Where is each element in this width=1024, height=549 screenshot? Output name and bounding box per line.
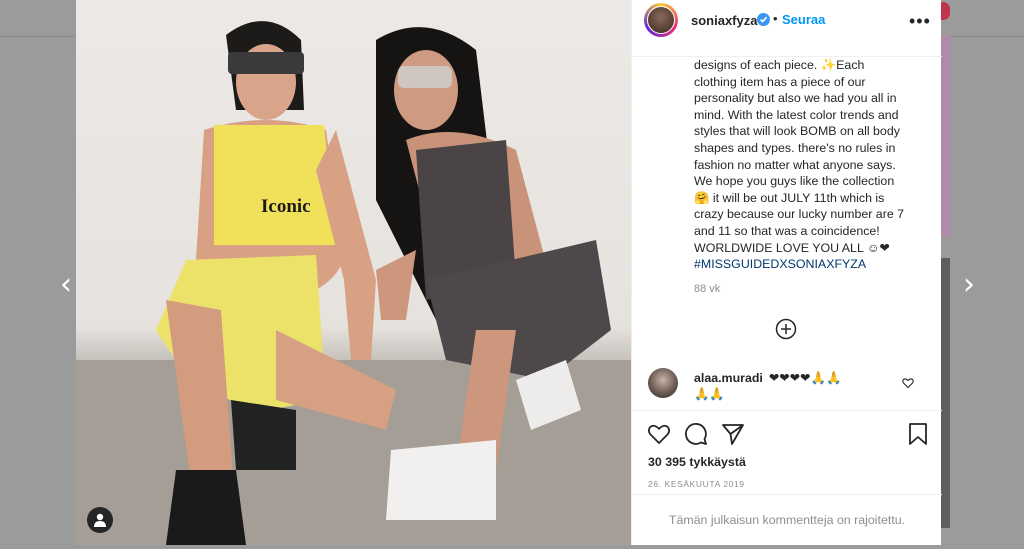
like-button[interactable] <box>647 422 671 446</box>
follow-button[interactable]: Seuraa <box>782 12 825 27</box>
caption-line: designs of each piece. ✨Each <box>694 58 865 72</box>
commenter-avatar[interactable] <box>648 368 678 398</box>
chevron-right-icon: › <box>963 267 975 302</box>
caption-line: 🤗 it will be out JULY 11th which is <box>694 190 885 205</box>
comment-button[interactable] <box>684 422 708 446</box>
next-post-button[interactable]: › <box>957 270 981 300</box>
caption-line: and 11 so that was a coincidence! <box>694 223 880 238</box>
author-avatar[interactable] <box>644 3 678 37</box>
comment-icon <box>685 423 707 445</box>
divider <box>632 410 942 411</box>
caption-hashtag[interactable]: #MISSGUIDEDXSONIAXFYZA <box>694 256 934 273</box>
verified-badge-icon <box>757 13 770 26</box>
heart-icon <box>647 424 671 445</box>
comment-like-button[interactable] <box>902 376 914 389</box>
divider <box>632 494 942 495</box>
more-options-icon[interactable]: ••• <box>909 12 931 30</box>
comment-username[interactable]: alaa.muradi <box>694 371 763 385</box>
share-button[interactable] <box>721 422 745 446</box>
post-caption: designs of each piece. ✨Each clothing it… <box>694 57 934 273</box>
paper-plane-icon <box>722 424 744 445</box>
user-tag-icon <box>94 513 106 527</box>
previous-post-button[interactable]: ‹ <box>54 270 78 300</box>
background-post-preview <box>941 258 950 528</box>
post-header: soniaxfyza • Seuraa ••• <box>632 0 942 57</box>
post-date[interactable]: 26. KESÄKUUTA 2019 <box>648 479 745 489</box>
caption-line: personality but also we had you all in <box>694 91 897 106</box>
heart-outline-icon <box>902 378 914 389</box>
post-photo[interactable]: Iconic <box>76 0 631 545</box>
post-details-panel: soniaxfyza • Seuraa ••• designs of each … <box>631 0 942 545</box>
comment-text: ❤❤❤❤🙏🙏 <box>769 371 842 385</box>
background-post-preview <box>941 36 950 236</box>
shirt-print: Iconic <box>261 196 311 217</box>
user-tags-button[interactable] <box>87 507 113 533</box>
caption-line: WORLDWIDE LOVE YOU ALL ☺❤ <box>694 240 890 255</box>
caption-time-ago: 88 vk <box>694 283 721 295</box>
load-more-comments-button[interactable] <box>775 318 797 340</box>
caption-line: We hope you guys like the collection <box>694 174 895 189</box>
plus-circle-icon <box>775 318 797 340</box>
header-separator: • <box>773 11 778 26</box>
post-modal: Iconic soniaxfyza • Seuraa ••• designs o… <box>76 0 942 545</box>
author-username[interactable]: soniaxfyza <box>691 13 757 28</box>
save-button[interactable] <box>906 422 930 446</box>
caption-line: clothing item has a piece of our <box>694 74 866 89</box>
post-photo-illustration: Iconic <box>76 21 631 545</box>
comments-limited-notice: Tämän julkaisun kommentteja on rajoitett… <box>668 513 906 527</box>
caption-line: fashion no matter what anyone says. <box>694 157 896 172</box>
caption-line: shapes and types. there's no rules in <box>694 140 896 155</box>
comment-text-continued: 🙏🙏 <box>694 387 725 401</box>
caption-line: styles that will look BOMB on all body <box>694 124 900 139</box>
chevron-left-icon: ‹ <box>60 267 72 302</box>
caption-line: mind. With the latest color trends and <box>694 107 899 122</box>
likes-count[interactable]: 30 395 tykkäystä <box>648 455 746 469</box>
bookmark-icon <box>909 423 927 445</box>
caption-line: crazy because our lucky number are 7 <box>694 207 905 222</box>
